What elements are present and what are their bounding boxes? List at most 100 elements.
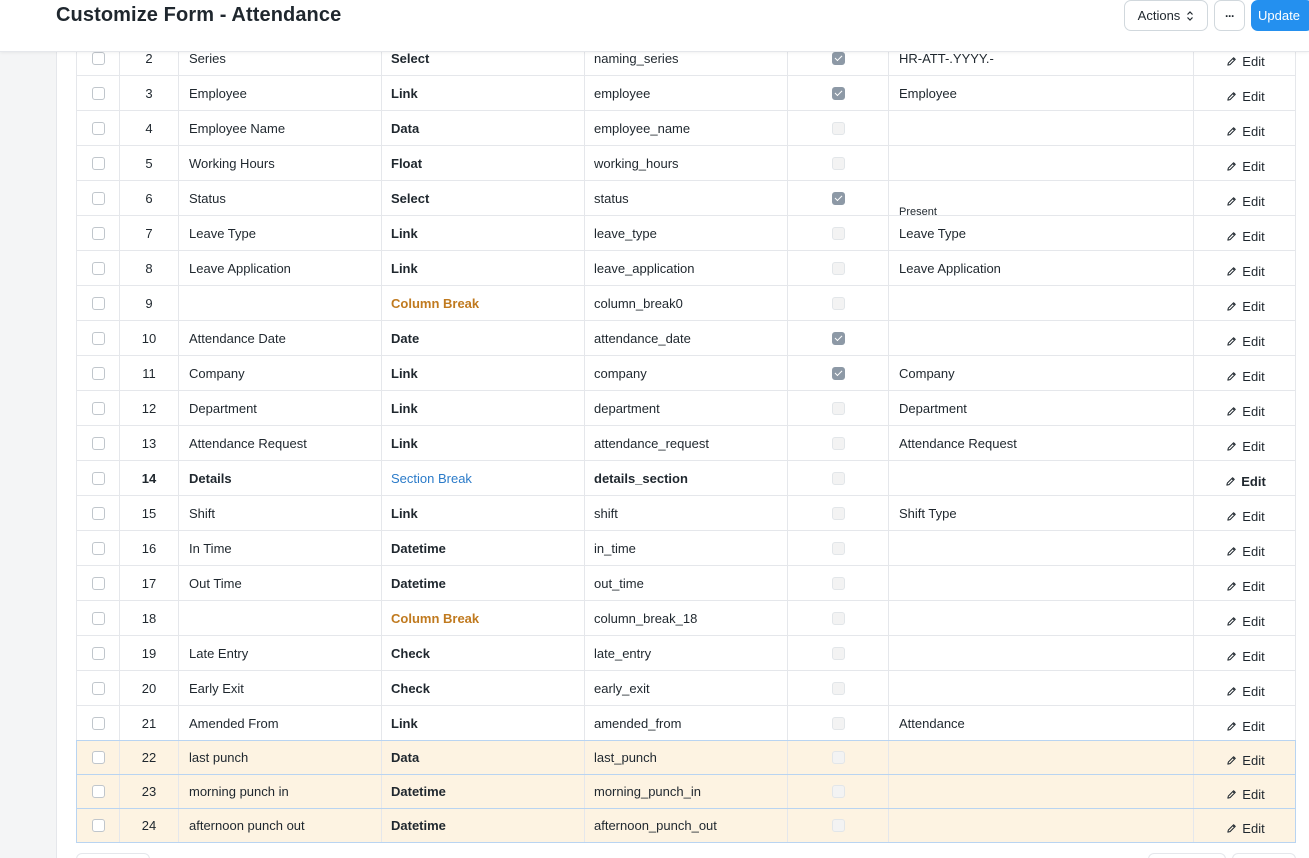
field-name[interactable]: early_exit — [585, 671, 788, 705]
row-select-checkbox[interactable] — [91, 226, 105, 240]
table-row[interactable]: 12 Department Link department Department Edit — [76, 391, 1296, 426]
row-select-checkbox[interactable] — [91, 121, 105, 135]
table-row[interactable]: 5 Working Hours Float working_hours Edit — [76, 146, 1296, 181]
update-button[interactable]: Update — [1251, 0, 1309, 31]
row-select-checkbox[interactable] — [91, 436, 105, 450]
field-label[interactable]: Status — [179, 181, 382, 215]
field-type[interactable]: Select — [382, 181, 585, 215]
field-type[interactable]: Datetime — [382, 566, 585, 600]
field-name[interactable]: status — [585, 181, 788, 215]
field-type[interactable]: Link — [382, 706, 585, 740]
mandatory-checkbox[interactable] — [831, 471, 845, 485]
mandatory-checkbox[interactable] — [831, 226, 845, 240]
mandatory-checkbox[interactable] — [831, 751, 845, 764]
mandatory-checkbox[interactable] — [831, 51, 845, 65]
field-label[interactable]: In Time — [179, 531, 382, 565]
row-select-checkbox[interactable] — [91, 751, 105, 764]
edit-button[interactable]: Edit — [1226, 404, 1265, 419]
mandatory-checkbox[interactable] — [831, 611, 845, 625]
table-row[interactable]: 16 In Time Datetime in_time Edit — [76, 531, 1296, 566]
actions-button[interactable]: Actions — [1124, 0, 1208, 31]
edit-button[interactable]: Edit — [1226, 334, 1265, 349]
edit-button[interactable]: Edit — [1226, 159, 1265, 174]
mandatory-checkbox[interactable] — [831, 576, 845, 590]
field-name[interactable]: details_section — [585, 461, 788, 495]
row-select-checkbox[interactable] — [91, 156, 105, 170]
table-row[interactable]: 17 Out Time Datetime out_time Edit — [76, 566, 1296, 601]
edit-button[interactable]: Edit — [1226, 753, 1265, 768]
row-select-checkbox[interactable] — [91, 191, 105, 205]
edit-button[interactable]: Edit — [1226, 229, 1265, 244]
field-type[interactable]: Datetime — [382, 775, 585, 808]
mandatory-checkbox[interactable] — [831, 401, 845, 415]
table-row[interactable]: 7 Leave Type Link leave_type Leave Type Edit — [76, 216, 1296, 251]
field-type[interactable]: Column Break — [382, 286, 585, 320]
field-type[interactable]: Column Break — [382, 601, 585, 635]
table-row[interactable]: 19 Late Entry Check late_entry Edit — [76, 636, 1296, 671]
field-type[interactable]: Data — [382, 741, 585, 774]
row-select-checkbox[interactable] — [91, 86, 105, 100]
field-options[interactable] — [889, 461, 1194, 495]
mandatory-checkbox[interactable] — [831, 819, 845, 832]
row-select-checkbox[interactable] — [91, 785, 105, 798]
field-name[interactable]: working_hours — [585, 146, 788, 180]
table-row[interactable]: 9 Column Break column_break0 Edit — [76, 286, 1296, 321]
table-row[interactable]: 23 morning punch in Datetime morning_punch_… — [76, 774, 1296, 809]
row-select-checkbox[interactable] — [91, 51, 105, 65]
mandatory-checkbox[interactable] — [831, 366, 845, 380]
field-options[interactable] — [889, 741, 1194, 774]
field-name[interactable]: amended_from — [585, 706, 788, 740]
edit-button[interactable]: Edit — [1226, 821, 1265, 836]
field-name[interactable]: out_time — [585, 566, 788, 600]
field-label[interactable]: Leave Type — [179, 216, 382, 250]
edit-button[interactable]: Edit — [1225, 474, 1266, 489]
table-row[interactable]: 20 Early Exit Check early_exit Edit — [76, 671, 1296, 706]
field-type[interactable]: Section Break — [382, 461, 585, 495]
edit-button[interactable]: Edit — [1226, 579, 1265, 594]
field-options[interactable] — [889, 321, 1194, 355]
row-select-checkbox[interactable] — [91, 296, 105, 310]
field-type[interactable]: Link — [382, 391, 585, 425]
field-type[interactable]: Link — [382, 251, 585, 285]
mandatory-checkbox[interactable] — [831, 86, 845, 100]
field-label[interactable]: morning punch in — [179, 775, 382, 808]
field-label[interactable]: Employee Name — [179, 111, 382, 145]
field-label[interactable]: Out Time — [179, 566, 382, 600]
field-options[interactable] — [889, 531, 1194, 565]
edit-button[interactable]: Edit — [1226, 509, 1265, 524]
edit-button[interactable]: Edit — [1226, 649, 1265, 664]
row-select-checkbox[interactable] — [91, 611, 105, 625]
field-name[interactable]: department — [585, 391, 788, 425]
mandatory-checkbox[interactable] — [831, 191, 845, 205]
table-row[interactable]: 14 Details Section Break details_section Edi… — [76, 461, 1296, 496]
edit-button[interactable]: Edit — [1226, 124, 1265, 139]
edit-button[interactable]: Edit — [1226, 299, 1265, 314]
row-select-checkbox[interactable] — [91, 716, 105, 730]
more-options-button[interactable]: ··· — [1214, 0, 1245, 31]
table-row[interactable]: 22 last punch Data last_punch Edit — [76, 740, 1296, 775]
field-name[interactable]: morning_punch_in — [585, 775, 788, 808]
edit-button[interactable]: Edit — [1226, 54, 1265, 69]
mandatory-checkbox[interactable] — [831, 646, 845, 660]
mandatory-checkbox[interactable] — [831, 541, 845, 555]
field-label[interactable]: Attendance Request — [179, 426, 382, 460]
table-row[interactable]: 11 Company Link company Company Edit — [76, 356, 1296, 391]
field-name[interactable]: column_break_18 — [585, 601, 788, 635]
row-select-checkbox[interactable] — [91, 401, 105, 415]
row-select-checkbox[interactable] — [91, 819, 105, 832]
field-type[interactable]: Check — [382, 671, 585, 705]
field-name[interactable]: leave_type — [585, 216, 788, 250]
mandatory-checkbox[interactable] — [831, 436, 845, 450]
field-name[interactable]: shift — [585, 496, 788, 530]
row-select-checkbox[interactable] — [91, 506, 105, 520]
field-options[interactable]: Present — [889, 181, 1194, 215]
edit-button[interactable]: Edit — [1226, 369, 1265, 384]
edit-button[interactable]: Edit — [1226, 89, 1265, 104]
field-label[interactable]: Employee — [179, 76, 382, 110]
field-options[interactable] — [889, 636, 1194, 670]
mandatory-checkbox[interactable] — [831, 681, 845, 695]
field-options[interactable]: Employee — [889, 76, 1194, 110]
field-name[interactable]: attendance_request — [585, 426, 788, 460]
row-select-checkbox[interactable] — [91, 261, 105, 275]
edit-button[interactable]: Edit — [1226, 614, 1265, 629]
